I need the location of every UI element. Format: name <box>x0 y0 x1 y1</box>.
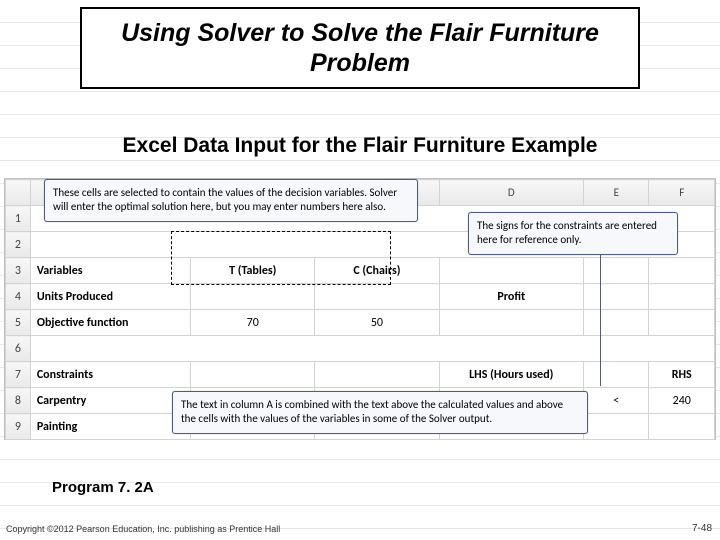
cell-A7: Constraints <box>30 362 190 388</box>
page-number: 7-48 <box>692 523 712 534</box>
row-5: 5 Objective function 70 50 <box>6 310 715 336</box>
rowhdr-1: 1 <box>6 206 31 232</box>
rowhdr-4: 4 <box>6 284 31 310</box>
callout-top-text: These cells are selected to contain the … <box>53 186 397 213</box>
cell-F7: RHS <box>649 362 715 388</box>
callout-bottom: The text in column A is combined with th… <box>172 391 588 434</box>
rowhdr-2: 2 <box>6 232 31 258</box>
callout-bottom-text: The text in column A is combined with th… <box>181 398 563 425</box>
cell-C3: C (Chairs) <box>315 258 439 284</box>
cell-E8: < <box>584 388 649 414</box>
rowhdr-3: 3 <box>6 258 31 284</box>
callout-top: These cells are selected to contain the … <box>44 179 418 222</box>
cell-D7: LHS (Hours used) <box>439 362 584 388</box>
callout-right-text: The signs for the constraints are entere… <box>477 219 657 246</box>
cell-A4: Units Produced <box>30 284 190 310</box>
cell-C5: 50 <box>315 310 439 336</box>
row-3: 3 Variables T (Tables) C (Chairs) <box>6 258 715 284</box>
cell-A8: Carpentry <box>30 388 190 414</box>
row-7: 7 Constraints LHS (Hours used) RHS <box>6 362 715 388</box>
row-6: 6 <box>6 336 715 362</box>
copyright: Copyright ©2012 Pearson Education, Inc. … <box>6 524 280 534</box>
program-label: Program 7. 2A <box>52 479 154 496</box>
col-D: D <box>439 180 584 206</box>
cell-D4: Profit <box>439 284 584 310</box>
corner-cell <box>6 180 31 206</box>
rowhdr-8: 8 <box>6 388 31 414</box>
col-E: E <box>584 180 649 206</box>
rowhdr-7: 7 <box>6 362 31 388</box>
cell-A9: Painting <box>30 414 190 440</box>
cell-A5: Objective function <box>30 310 190 336</box>
callout-right: The signs for the constraints are entere… <box>468 212 678 255</box>
slide-title: Using Solver to Solve the Flair Furnitur… <box>80 7 640 89</box>
cell-B3: T (Tables) <box>191 258 315 284</box>
rowhdr-5: 5 <box>6 310 31 336</box>
row-4: 4 Units Produced Profit <box>6 284 715 310</box>
cell-B5: 70 <box>191 310 315 336</box>
rowhdr-6: 6 <box>6 336 31 362</box>
slide-title-text: Using Solver to Solve the Flair Furnitur… <box>82 18 638 78</box>
cell-A3: Variables <box>30 258 190 284</box>
col-F: F <box>649 180 715 206</box>
subtitle: Excel Data Input for the Flair Furniture… <box>0 134 720 158</box>
rowhdr-9: 9 <box>6 414 31 440</box>
callout-right-leader <box>600 248 601 386</box>
cell-F8: 240 <box>649 388 715 414</box>
